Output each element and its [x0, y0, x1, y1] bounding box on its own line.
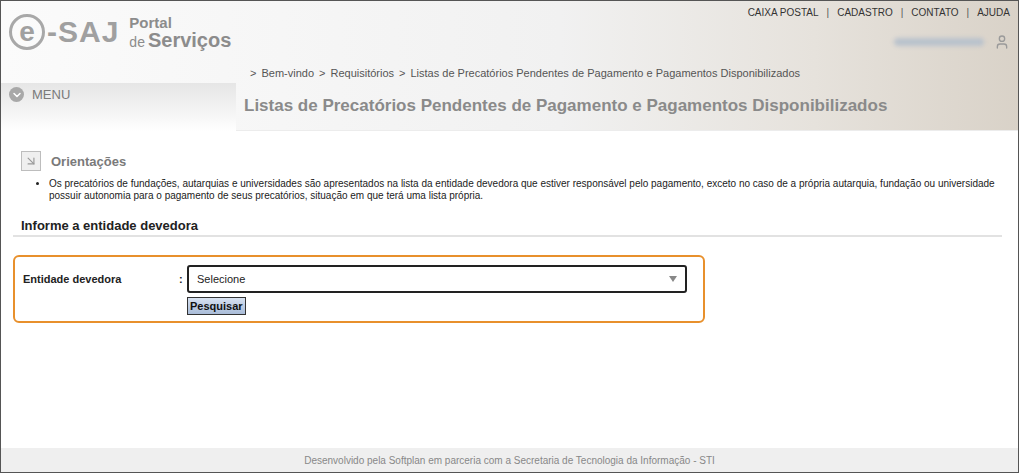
top-right: CAIXA POSTAL | CADASTRO | CONTATO | AJUDA: [236, 1, 1018, 63]
header: e-SAJPortaldeServiçosCAIXA POSTAL|CADAST…: [1, 1, 1018, 131]
dropdown-arrow-icon: [669, 276, 677, 282]
top-link[interactable]: CAIXA POSTAL: [748, 7, 819, 18]
entity-select[interactable]: Selecione: [187, 265, 687, 293]
link-separator: |: [827, 7, 830, 18]
user-name-blurred: [894, 38, 984, 46]
menu-toggle[interactable]: MENU: [1, 83, 236, 131]
breadcrumb-separator: >: [319, 67, 325, 79]
link-separator: |: [967, 7, 970, 18]
logo-subtitle: PortaldeServiços: [129, 15, 231, 50]
search-button[interactable]: Pesquisar: [187, 297, 246, 315]
search-form: Entidade devedora: Selecione Pesquisar: [13, 255, 705, 323]
title-bar: Listas de Precatórios Pendentes de Pagam…: [236, 83, 1018, 131]
breadcrumb-item: Listas de Precatórios Pendentes de Pagam…: [410, 67, 800, 79]
breadcrumb-separator: >: [399, 67, 405, 79]
arrow-down-right-icon: [21, 151, 41, 171]
logo[interactable]: e-SAJPortaldeServiços: [1, 1, 236, 63]
top-links: CAIXA POSTAL | CADASTRO | CONTATO | AJUDA: [748, 7, 1010, 18]
guidance-title: Orientações: [51, 154, 126, 169]
top-link[interactable]: CADASTRO: [837, 7, 893, 18]
field-colon: :: [179, 273, 187, 285]
page: e-SAJPortaldeServiçosCAIXA POSTAL|CADAST…: [0, 0, 1019, 473]
breadcrumb-separator: >: [250, 67, 256, 79]
top-link[interactable]: CONTATO: [911, 7, 958, 18]
logo-de: de: [129, 34, 145, 50]
section-title: Informe a entidade devedora: [13, 218, 1002, 237]
logo-mark: e: [9, 14, 45, 50]
logo-portal: Portal: [129, 15, 231, 30]
page-title: Listas de Precatórios Pendentes de Pagam…: [244, 96, 887, 116]
menu-chevron-icon: [9, 87, 24, 102]
content: Orientações Os precatórios de fundações, …: [1, 131, 1018, 448]
logo-name: -SAJ: [47, 15, 119, 49]
user-area: [894, 34, 1010, 50]
breadcrumb-item[interactable]: Bem-vindo: [261, 67, 314, 79]
link-separator: |: [901, 7, 904, 18]
menu-label: MENU: [32, 87, 70, 102]
breadcrumb-item[interactable]: Requisitórios: [330, 67, 394, 79]
field-label: Entidade devedora: [23, 273, 179, 285]
top-link[interactable]: AJUDA: [977, 7, 1010, 18]
guidance-header: Orientações: [13, 151, 1002, 171]
guidance-list: Os precatórios de fundações, autarquias …: [13, 178, 1002, 202]
select-value: Selecione: [197, 273, 245, 285]
user-icon[interactable]: [994, 34, 1010, 50]
guidance-item: Os precatórios de fundações, autarquias …: [49, 178, 1002, 202]
logo-servicos: Serviços: [148, 29, 231, 51]
logo-servicos-line: deServiços: [129, 30, 231, 50]
breadcrumb: > Bem-vindo > Requisitórios > Listas de Preca…: [236, 63, 1018, 83]
footer: Desenvolvido pela Softplan em parceria c…: [1, 448, 1018, 472]
